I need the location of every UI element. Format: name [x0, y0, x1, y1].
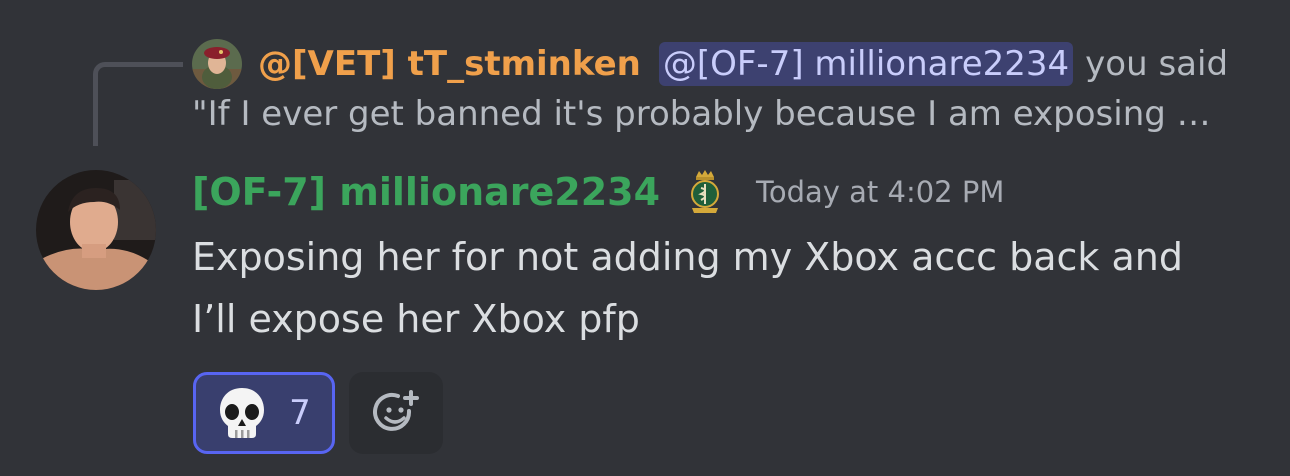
- reply-text: you said: [1085, 44, 1229, 84]
- reply-excerpt[interactable]: "If I ever get banned it's probably beca…: [192, 94, 1228, 134]
- reply-connector: [93, 62, 183, 146]
- author-name[interactable]: [OF-7] millionare2234: [192, 170, 660, 214]
- reaction-count: 7: [289, 393, 311, 433]
- reply-mention[interactable]: @[OF-7] millionare2234: [658, 42, 1074, 86]
- reply-author-name[interactable]: @[VET] tT_stminken: [258, 44, 641, 84]
- message-line-1: Exposing her for not adding my Xbox accc…: [192, 235, 1183, 279]
- message-header: [OF-7] millionare2234 Today at 4:02 PM: [192, 166, 1004, 218]
- message-line-2: I’ll expose her Xbox pfp: [192, 297, 640, 341]
- medical-crest-icon[interactable]: [684, 168, 726, 216]
- skull-emoji-icon: [217, 386, 267, 440]
- message-timestamp[interactable]: Today at 4:02 PM: [756, 175, 1004, 209]
- reaction-skull[interactable]: 7: [193, 372, 335, 454]
- add-reaction-button[interactable]: [349, 372, 443, 454]
- reply-avatar[interactable]: [192, 39, 242, 89]
- author-avatar[interactable]: [36, 170, 156, 290]
- chat-message: @[VET] tT_stminken @[OF-7] millionare223…: [0, 0, 1290, 476]
- message-body: Exposing her for not adding my Xbox accc…: [192, 226, 1252, 350]
- add-reaction-icon: [373, 390, 419, 431]
- reply-preview[interactable]: @[VET] tT_stminken @[OF-7] millionare223…: [192, 38, 1228, 90]
